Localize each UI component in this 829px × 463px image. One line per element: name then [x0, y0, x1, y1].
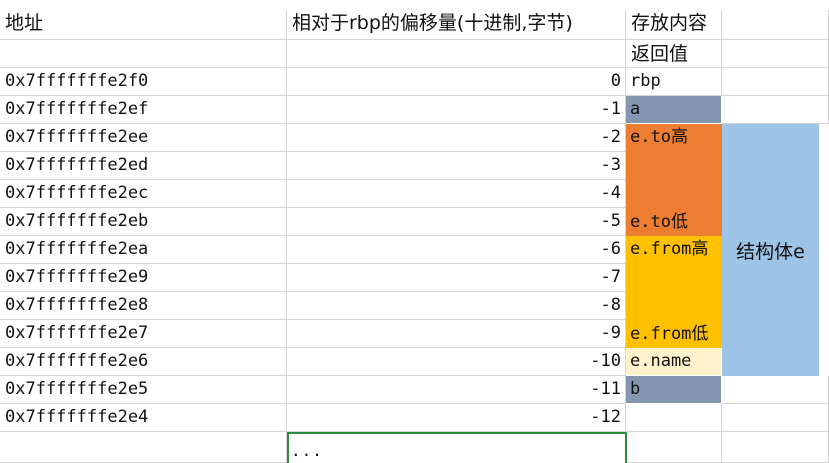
offset-cell[interactable]: -11 [287, 376, 626, 404]
header-offset[interactable]: 相对于rbp的偏移量(十进制,字节) [287, 10, 626, 40]
content-cell-rbp[interactable]: rbp [626, 68, 722, 96]
offset-cell[interactable]: -9 [287, 320, 626, 348]
empty-cell[interactable] [722, 96, 829, 124]
offset-cell[interactable]: -10 [287, 348, 626, 376]
struct-e-label: 结构体e [736, 240, 805, 263]
content-label-e-to-low: e.to低 [630, 212, 688, 232]
address-cell[interactable]: 0x7fffffffe2eb [0, 208, 287, 236]
content-block-e-from[interactable]: e.from高 e.from低 [626, 236, 722, 348]
offset-cell[interactable]: -1 [287, 96, 626, 124]
selected-cell[interactable] [287, 432, 627, 463]
struct-e-block[interactable]: 结构体e [722, 124, 819, 376]
content-cell-e-name[interactable]: e.name [626, 348, 722, 376]
header-content[interactable]: 存放内容 [626, 10, 722, 40]
offset-cell[interactable]: -7 [287, 264, 626, 292]
content-label-e-to-high: e.to高 [630, 127, 688, 147]
address-cell[interactable]: 0x7fffffffe2ee [0, 124, 287, 152]
address-cell[interactable]: 0x7fffffffe2ef [0, 96, 287, 124]
empty-cell[interactable] [0, 40, 287, 68]
selected-cell-text: ... [291, 441, 323, 460]
header-empty-cell[interactable] [722, 10, 829, 40]
content-label-e-from-high: e.from高 [630, 239, 709, 259]
address-cell[interactable]: 0x7fffffffe2ed [0, 152, 287, 180]
offset-cell[interactable]: -8 [287, 292, 626, 320]
content-label-e-from-low: e.from低 [630, 324, 709, 344]
spreadsheet: 地址 相对于rbp的偏移量(十进制,字节) 存放内容 返回值 0x7ffffff… [0, 0, 829, 463]
empty-cell[interactable] [626, 432, 722, 463]
address-cell[interactable]: 0x7fffffffe2e9 [0, 264, 287, 292]
address-cell[interactable]: 0x7fffffffe2e8 [0, 292, 287, 320]
address-cell[interactable]: 0x7fffffffe2ea [0, 236, 287, 264]
offset-cell[interactable]: 0 [287, 68, 626, 96]
empty-cell[interactable] [0, 432, 287, 463]
return-value-cell[interactable]: 返回值 [626, 40, 722, 68]
offset-cell[interactable]: -4 [287, 180, 626, 208]
empty-cell[interactable] [722, 404, 829, 432]
content-cell-b[interactable]: b [626, 376, 722, 404]
empty-cell[interactable] [287, 40, 626, 68]
address-cell[interactable]: 0x7fffffffe2e6 [0, 348, 287, 376]
offset-cell[interactable]: -5 [287, 208, 626, 236]
header-address[interactable]: 地址 [0, 10, 287, 40]
offset-cell[interactable]: -6 [287, 236, 626, 264]
address-cell[interactable]: 0x7fffffffe2f0 [0, 68, 287, 96]
offset-cell[interactable]: -2 [287, 124, 626, 152]
address-cell[interactable]: 0x7fffffffe2ec [0, 180, 287, 208]
empty-cell[interactable] [722, 376, 829, 404]
empty-cell[interactable] [626, 404, 722, 432]
offset-cell[interactable]: -12 [287, 404, 626, 432]
content-block-e-to[interactable]: e.to高 e.to低 [626, 124, 722, 236]
offset-cell[interactable]: -3 [287, 152, 626, 180]
address-cell[interactable]: 0x7fffffffe2e4 [0, 404, 287, 432]
empty-cell[interactable] [722, 432, 829, 463]
content-cell-a[interactable]: a [626, 96, 722, 124]
empty-cell[interactable] [722, 68, 829, 96]
empty-cell[interactable] [722, 40, 829, 68]
address-cell[interactable]: 0x7fffffffe2e5 [0, 376, 287, 404]
address-cell[interactable]: 0x7fffffffe2e7 [0, 320, 287, 348]
